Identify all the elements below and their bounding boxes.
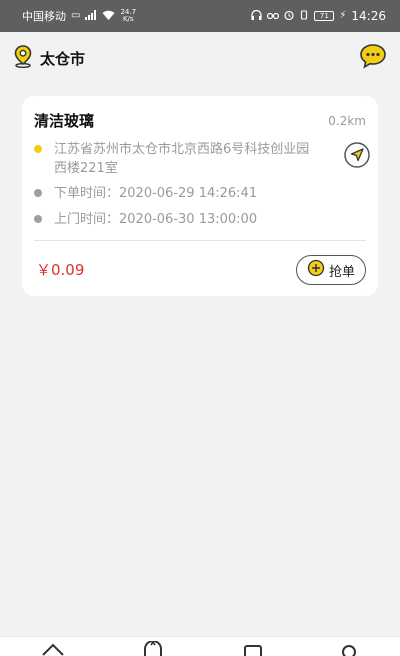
order-card[interactable]: 清洁玻璃 0.2km 江苏省苏州市太仓市北京西路6号科技创业园西楼221室 下单… (22, 96, 378, 296)
visit-time-value: 2020-06-30 13:00:00 (119, 212, 258, 227)
order-time-value: 2020-06-29 14:26:41 (119, 186, 258, 201)
tab-profile[interactable] (334, 641, 364, 656)
order-time-row: 下单时间： 2020-06-29 14:26:41 (34, 184, 366, 203)
carrier-label: 中国移动 (22, 10, 66, 23)
grab-order-button[interactable]: 抢单 (296, 255, 366, 285)
net-speed: 24.7 K/s (120, 9, 136, 23)
address-row: 江苏省苏州市太仓市北京西路6号科技创业园西楼221室 (34, 140, 366, 178)
address-text: 江苏省苏州市太仓市北京西路6号科技创业园西楼221室 (54, 142, 310, 176)
bottom-nav (0, 636, 400, 656)
order-time-label: 下单时间： (54, 186, 120, 201)
distance-label: 0.2km (328, 113, 366, 128)
chat-bubble-icon (359, 43, 387, 73)
plus-circle-icon (307, 259, 325, 281)
price-label: ￥0.09 (36, 261, 85, 279)
vibrate-icon (299, 9, 309, 23)
charging-icon: ⚡ (339, 10, 347, 21)
list-icon (241, 641, 265, 656)
city-name: 太仓市 (40, 49, 86, 68)
top-header: 太仓市 (0, 32, 400, 84)
wifi-icon (102, 10, 115, 23)
message-button[interactable] (358, 43, 388, 73)
visit-time-label: 上门时间： (54, 212, 120, 227)
battery-icon: 71 (314, 11, 335, 21)
status-bar: 中国移动 ▭ 24.7 K/s 71 ⚡ 14:26 (0, 0, 400, 32)
status-left: 中国移动 ▭ 24.7 K/s (22, 8, 136, 24)
status-time: 14:26 (351, 9, 386, 23)
profile-icon (337, 641, 361, 656)
signal-icon (85, 9, 97, 23)
card-divider (34, 240, 366, 241)
navigation-arrow-icon (343, 141, 371, 173)
battery-level: 71 (319, 11, 329, 20)
location-pin-icon (12, 44, 34, 72)
tab-list[interactable] (238, 641, 268, 656)
city-selector[interactable]: 太仓市 (12, 44, 85, 72)
headphones-icon (251, 9, 263, 23)
net-speed-unit: K/s (122, 15, 134, 23)
alarm-icon (284, 10, 294, 23)
order-time-dot-icon (34, 189, 42, 197)
hd-icon: ▭ (71, 10, 81, 21)
service-title: 清洁玻璃 (34, 112, 95, 130)
navigate-button[interactable] (342, 142, 372, 172)
tab-home[interactable] (38, 641, 68, 656)
status-right: 71 ⚡ 14:26 (251, 9, 386, 23)
orders-icon (141, 640, 165, 656)
visit-time-dot-icon (34, 215, 42, 223)
visit-time-row: 上门时间： 2020-06-30 13:00:00 (34, 210, 366, 229)
tab-orders[interactable] (138, 640, 168, 656)
order-card-header: 清洁玻璃 0.2km (34, 110, 366, 131)
app-screen: 中国移动 ▭ 24.7 K/s 71 ⚡ 14:26 太仓市 清洁玻璃 0.2k… (0, 0, 400, 656)
grab-order-label: 抢单 (328, 264, 355, 280)
address-dot-icon (34, 145, 42, 153)
bluetooth-glasses-icon (267, 10, 280, 23)
home-icon (41, 641, 65, 656)
